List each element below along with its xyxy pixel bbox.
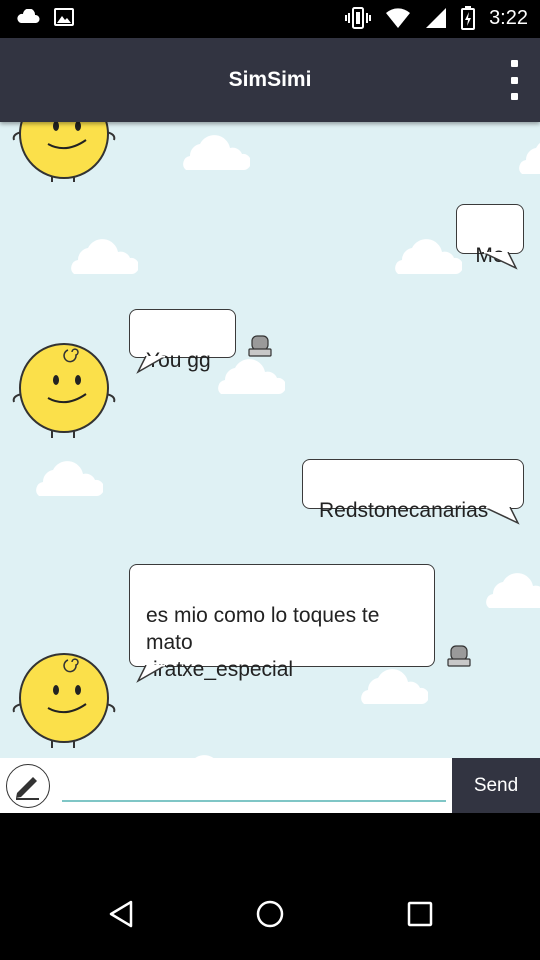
cell-signal-icon xyxy=(426,8,447,28)
menu-dot-icon xyxy=(510,93,518,100)
status-clock: 3:22 xyxy=(489,6,528,29)
app-bar: SimSimi xyxy=(0,38,540,122)
menu-dot-icon xyxy=(510,76,518,84)
chat-area[interactable]: Me You gg Redstonecanarias es mio como l… xyxy=(0,122,540,758)
cloud-icon xyxy=(71,239,138,274)
simsimi-avatar xyxy=(12,653,116,748)
cloud-icon xyxy=(36,461,103,496)
message-bubble-sent[interactable]: Me xyxy=(456,204,524,267)
vibrate-icon xyxy=(345,7,372,29)
pencil-icon xyxy=(16,777,39,800)
overflow-menu-button[interactable] xyxy=(504,60,524,100)
cloud-icon xyxy=(486,573,540,608)
bubble-tail xyxy=(136,665,167,683)
cloud-icon xyxy=(519,142,540,174)
message-text: Redstonecanarias xyxy=(319,499,489,522)
cloud-icon xyxy=(395,239,462,274)
simsimi-avatar xyxy=(12,343,116,438)
message-bubble-sent[interactable]: Redstonecanarias xyxy=(302,459,524,522)
simsimi-avatar xyxy=(12,122,116,182)
home-icon[interactable] xyxy=(252,896,288,932)
menu-dot-icon xyxy=(510,60,518,67)
message-input[interactable] xyxy=(62,768,446,802)
bubble-tail xyxy=(481,252,518,270)
recents-icon[interactable] xyxy=(402,896,438,932)
status-bar: 3:22 xyxy=(0,0,540,38)
send-button[interactable]: Send xyxy=(452,758,540,813)
bubble-tail xyxy=(136,356,167,374)
bubble-tail xyxy=(483,507,520,525)
report-icon[interactable] xyxy=(446,644,472,668)
image-notification-icon xyxy=(54,8,74,26)
message-bubble-received[interactable]: You gg xyxy=(129,309,236,372)
compose-button[interactable] xyxy=(6,764,50,808)
message-text: es mio como lo toques te mato -iratxe_es… xyxy=(146,604,380,681)
report-icon[interactable] xyxy=(247,334,273,358)
message-input-bar: Send xyxy=(0,758,540,813)
battery-icon xyxy=(461,6,476,30)
wifi-icon xyxy=(386,8,411,28)
app-title: SimSimi xyxy=(228,68,312,91)
cloud-notification-icon xyxy=(17,9,40,23)
back-icon[interactable] xyxy=(103,896,139,932)
cloud-icon xyxy=(195,755,214,758)
navigation-bar xyxy=(0,868,540,960)
cloud-icon xyxy=(183,135,250,170)
message-bubble-received[interactable]: es mio como lo toques te mato -iratxe_es… xyxy=(129,564,435,681)
